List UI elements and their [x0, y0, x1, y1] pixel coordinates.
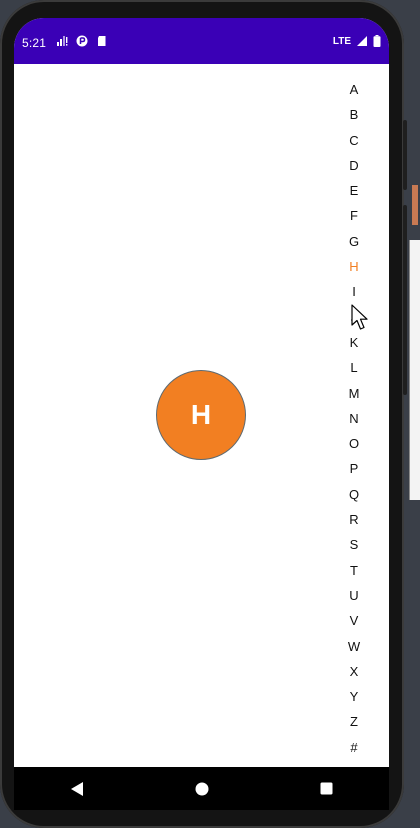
back-button[interactable] — [57, 769, 97, 809]
index-letter-o[interactable]: O — [338, 431, 370, 456]
device-screen: 5:21 LTE A B C D E F G H I K L M N O P Q… — [14, 18, 389, 810]
back-icon — [70, 781, 83, 796]
home-icon — [195, 782, 208, 795]
index-letter-d[interactable]: D — [338, 153, 370, 178]
selected-letter: H — [190, 399, 212, 430]
index-letter-u[interactable]: U — [338, 583, 370, 608]
volume-button — [403, 120, 407, 190]
index-letter-h[interactable]: H — [338, 254, 370, 279]
index-letter-i[interactable]: I — [338, 279, 370, 304]
battery-icon — [373, 35, 381, 47]
index-letter-a[interactable]: A — [338, 77, 370, 102]
index-letter-c[interactable]: C — [338, 128, 370, 153]
index-letter-k[interactable]: K — [338, 330, 370, 355]
index-letter-b[interactable]: B — [338, 102, 370, 127]
navigation-bar — [14, 767, 389, 810]
index-letter-hash[interactable]: # — [338, 735, 370, 760]
index-letter-l[interactable]: L — [338, 355, 370, 380]
selected-letter-bubble: H — [156, 370, 246, 460]
status-right-icons: LTE — [333, 35, 381, 47]
index-letter-y[interactable]: Y — [338, 684, 370, 709]
desktop-accent — [412, 185, 418, 225]
index-letter-e[interactable]: E — [338, 178, 370, 203]
p-icon — [76, 35, 88, 47]
index-letter-t[interactable]: T — [338, 558, 370, 583]
index-letter-z[interactable]: Z — [338, 709, 370, 734]
lte-signal-icon — [357, 36, 367, 46]
home-button[interactable] — [182, 769, 222, 809]
index-letter-q[interactable]: Q — [338, 482, 370, 507]
alphabet-index-bar[interactable]: ABCDEFGHIJKLMNOPQRSTUVWXYZ# — [338, 77, 370, 760]
mouse-cursor-icon — [351, 304, 368, 330]
recents-icon — [320, 782, 333, 795]
status-bar: 5:21 LTE — [14, 18, 389, 64]
index-letter-n[interactable]: N — [338, 406, 370, 431]
desktop-window-edge — [409, 240, 420, 500]
index-letter-g[interactable]: G — [338, 229, 370, 254]
index-letter-v[interactable]: V — [338, 608, 370, 633]
phone-frame: 5:21 LTE A B C D E F G H I K L M N O P Q… — [0, 0, 407, 828]
power-button — [403, 205, 407, 395]
index-letter-m[interactable]: M — [338, 381, 370, 406]
status-notification-icons — [56, 35, 108, 47]
index-letter-s[interactable]: S — [338, 532, 370, 557]
sd-card-icon — [98, 36, 106, 46]
index-letter-w[interactable]: W — [338, 634, 370, 659]
status-time: 5:21 — [22, 36, 47, 50]
index-letter-p[interactable]: P — [338, 456, 370, 481]
signal-warning-icon — [57, 36, 68, 46]
index-letter-f[interactable]: F — [338, 203, 370, 228]
index-letter-r[interactable]: R — [338, 507, 370, 532]
app-content: ABCDEFGHIJKLMNOPQRSTUVWXYZ# H — [14, 64, 389, 767]
network-type: LTE — [332, 35, 351, 47]
recents-button[interactable] — [307, 769, 347, 809]
index-letter-x[interactable]: X — [338, 659, 370, 684]
